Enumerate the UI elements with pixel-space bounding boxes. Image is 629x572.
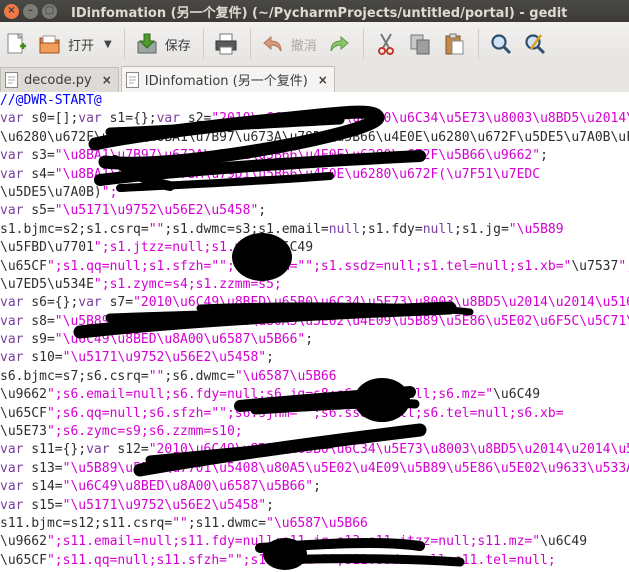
document-icon bbox=[5, 72, 18, 88]
dropdown-arrow-icon: ▼ bbox=[104, 38, 112, 50]
paste-button[interactable] bbox=[438, 26, 470, 62]
tab-label: decode.py bbox=[24, 72, 92, 88]
document-icon bbox=[125, 71, 139, 88]
search-replace-button[interactable] bbox=[519, 26, 551, 62]
copy-icon bbox=[408, 32, 432, 56]
title-bar: × – ▢ IDinfomation (另一个复件) (~/PycharmPro… bbox=[0, 0, 629, 22]
save-icon bbox=[135, 32, 159, 56]
search-button[interactable] bbox=[485, 26, 517, 62]
toolbar-separator bbox=[123, 29, 125, 59]
window-title: IDinfomation (另一个复件) (~/PycharmProjects/… bbox=[71, 5, 568, 21]
scissors-icon bbox=[374, 32, 398, 56]
undo-button[interactable]: 撤消 bbox=[257, 26, 321, 62]
open-recent-dropdown[interactable]: ▼ bbox=[100, 26, 116, 62]
new-document-icon bbox=[4, 32, 28, 56]
tab-close-button[interactable]: × bbox=[102, 73, 112, 87]
tab-close-button[interactable]: × bbox=[318, 73, 328, 87]
save-button[interactable]: 保存 bbox=[131, 26, 195, 62]
maximize-window-button[interactable]: ▢ bbox=[42, 3, 57, 19]
new-document-button[interactable] bbox=[0, 26, 32, 62]
open-button[interactable]: 打开 bbox=[34, 26, 98, 62]
text-editor[interactable]: //@DWR-START@ var s0=[];var s1={};var s2=… bbox=[0, 92, 629, 572]
print-button[interactable] bbox=[210, 26, 242, 62]
undo-label: 撤消 bbox=[290, 38, 317, 54]
toolbar-separator bbox=[362, 29, 364, 59]
redaction-scribbles bbox=[73, 105, 474, 570]
printer-icon bbox=[214, 32, 238, 56]
tab-idinfomation[interactable]: IDinfomation (另一个复件) × bbox=[120, 66, 335, 92]
toolbar-separator bbox=[477, 29, 479, 59]
open-label: 打开 bbox=[68, 38, 95, 54]
search-icon bbox=[489, 32, 513, 56]
toolbar-separator bbox=[202, 29, 204, 59]
document-tabs: decode.py × IDinfomation (另一个复件) × bbox=[0, 66, 629, 93]
redo-arrow-icon bbox=[327, 32, 351, 56]
copy-button[interactable] bbox=[404, 26, 436, 62]
tab-decode-py[interactable]: decode.py × bbox=[0, 67, 119, 92]
cut-button[interactable] bbox=[370, 26, 402, 62]
paste-icon bbox=[442, 32, 466, 56]
undo-arrow-icon bbox=[261, 32, 285, 56]
toolbar-separator bbox=[249, 29, 251, 59]
folder-open-icon bbox=[38, 32, 62, 56]
minimize-window-button[interactable]: – bbox=[23, 3, 38, 19]
tab-label: IDinfomation (另一个复件) bbox=[144, 74, 308, 89]
save-label: 保存 bbox=[164, 38, 191, 54]
toolbar: 打开 ▼ 保存 撤消 bbox=[0, 22, 629, 67]
redo-button[interactable] bbox=[323, 26, 355, 62]
close-window-button[interactable]: × bbox=[4, 3, 19, 19]
search-replace-icon bbox=[523, 32, 547, 56]
